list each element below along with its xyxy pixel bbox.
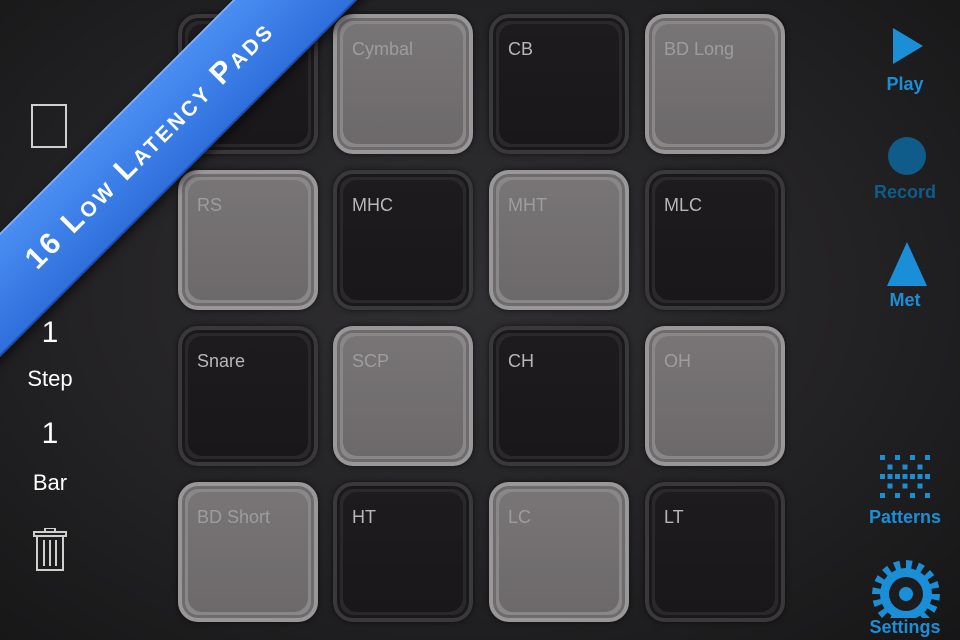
play-triangle-icon[interactable] [893, 28, 923, 64]
metronome-triangle-icon[interactable] [887, 242, 927, 286]
drum-pad[interactable]: Cymbal [333, 14, 473, 154]
drum-pad[interactable]: SCP [333, 326, 473, 466]
pad-label: CH [508, 351, 534, 371]
patterns-grid-icon[interactable] [880, 455, 934, 503]
drum-pad[interactable]: BD Short [178, 482, 318, 622]
met-button[interactable]: Met [850, 290, 960, 311]
pad-label: RS [197, 195, 223, 215]
drum-pad[interactable]: HT [333, 482, 473, 622]
record-circle-icon[interactable] [888, 137, 926, 175]
record-button[interactable]: Record [850, 182, 960, 203]
pad-label: MHT [508, 195, 547, 215]
pad-label: MHC [352, 195, 393, 215]
pad-label: MLC [664, 195, 703, 215]
pad-label: OH [664, 351, 691, 371]
drum-pad[interactable]: RS [178, 170, 318, 310]
gear-icon[interactable] [856, 546, 956, 618]
pad-label: BD Long [664, 39, 735, 59]
pad-label: LT [664, 507, 684, 527]
drum-pad[interactable]: MHT [489, 170, 629, 310]
drum-pad[interactable]: OH [645, 326, 785, 466]
transport-panel: Play Record Met Patterns Settings [850, 0, 960, 640]
pad-label: SCP [352, 351, 390, 371]
pad-label: Snare [197, 351, 246, 371]
drum-pad[interactable]: MLC [645, 170, 785, 310]
bar-value[interactable]: 1 [0, 417, 100, 451]
drum-pad[interactable]: LC [489, 482, 629, 622]
pad-label: Cymbal [352, 39, 414, 59]
bar-label: Bar [32, 470, 68, 495]
drum-pad[interactable]: BD Long [645, 14, 785, 154]
pad-label: HT [352, 507, 376, 527]
pattern-box[interactable] [31, 104, 67, 148]
settings-button[interactable]: Settings [850, 617, 960, 638]
drum-pad[interactable]: MHC [333, 170, 473, 310]
trash-icon[interactable] [33, 528, 67, 572]
step-label: Step [27, 366, 73, 391]
pad-label: BD Short [197, 507, 271, 527]
drum-machine-screen: 1 Step 1 Bar Cymbal CB BD Long RS MHC MHT MLC S… [0, 0, 960, 640]
patterns-button[interactable]: Patterns [850, 507, 960, 528]
drum-pad[interactable]: LT [645, 482, 785, 622]
play-button[interactable]: Play [850, 74, 960, 95]
drum-pad[interactable]: CB [489, 14, 629, 154]
pad-label: CB [508, 39, 534, 59]
drum-pad[interactable]: Snare [178, 326, 318, 466]
pad-label: LC [508, 507, 532, 527]
pad-grid: Cymbal CB BD Long RS MHC MHT MLC Snare SCP CH OH BD… [170, 8, 790, 640]
drum-pad[interactable]: CH [489, 326, 629, 466]
